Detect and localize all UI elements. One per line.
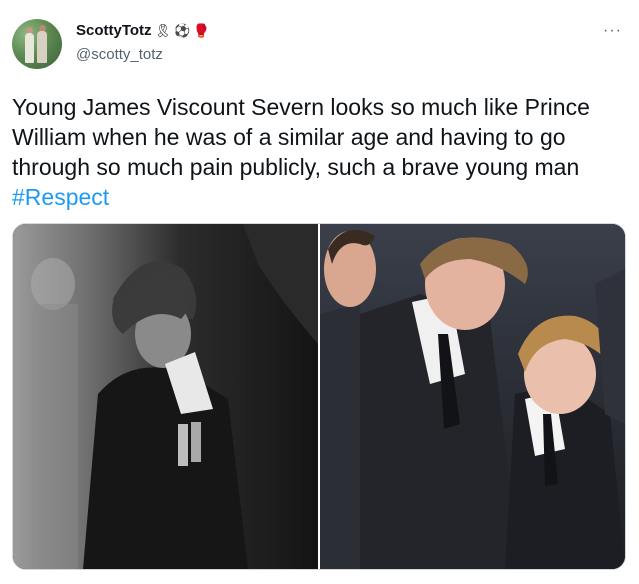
display-name[interactable]: ScottyTotz <box>76 22 152 39</box>
photo-left-illustration <box>31 224 318 569</box>
photo-left[interactable] <box>13 224 318 569</box>
boxing-glove-icon: 🥊 <box>193 23 210 38</box>
tweet-body: Young James Viscount Severn looks so muc… <box>12 94 590 180</box>
photo-right[interactable] <box>320 224 625 569</box>
more-horizontal-icon[interactable]: ··· <box>603 22 622 40</box>
avatar[interactable] <box>12 19 62 69</box>
ribbon-icon: 🎗 <box>154 23 172 38</box>
avatar-figure <box>25 33 34 63</box>
photo-right-illustration <box>320 229 625 569</box>
user-name-row: ScottyTotz 🎗 ⚽ 🥊 <box>76 22 209 39</box>
avatar-figure <box>37 31 47 63</box>
media-grid[interactable] <box>12 223 626 570</box>
user-handle[interactable]: @scotty_totz <box>76 46 163 63</box>
soccer-ball-icon: ⚽ <box>174 23 191 38</box>
tweet-text: Young James Viscount Severn looks so muc… <box>12 92 627 212</box>
hashtag-link[interactable]: #Respect <box>12 184 109 210</box>
